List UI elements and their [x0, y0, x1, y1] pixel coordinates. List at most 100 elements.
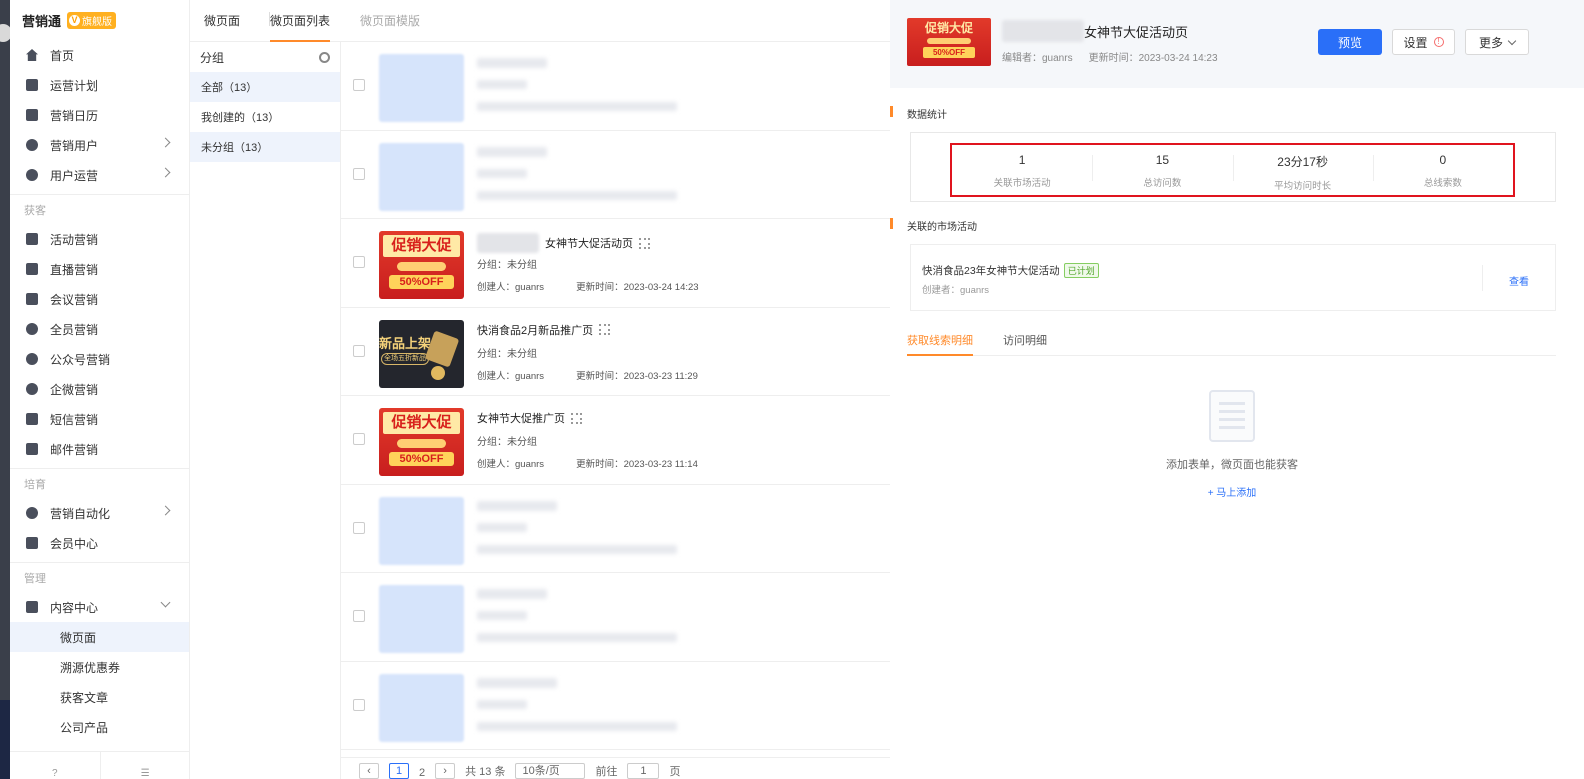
- page-title-text: 女神节大促活动页: [1084, 24, 1189, 40]
- row-checkbox[interactable]: [353, 256, 365, 268]
- row-checkbox[interactable]: [353, 521, 365, 534]
- list-item[interactable]: [341, 662, 890, 750]
- page-button-2[interactable]: 2: [419, 767, 425, 779]
- more-button[interactable]: 更多: [1465, 29, 1529, 55]
- group-item-all[interactable]: 全部（13）: [190, 72, 340, 102]
- sidebar-subitem-coupon[interactable]: 溯源优惠券: [10, 652, 189, 682]
- list-item[interactable]: 新品上架 全场五折新品 快消食品2月新品推广页 分组：未分组 创建人：guanr…: [341, 308, 890, 396]
- row-checkbox[interactable]: [353, 79, 365, 91]
- sidebar-item-wechat[interactable]: 公众号营销: [10, 344, 189, 374]
- prev-page-button[interactable]: ‹: [359, 763, 379, 779]
- qrcode-icon[interactable]: [639, 237, 650, 249]
- settings-button[interactable]: 设置!: [1392, 29, 1455, 55]
- blurred-content: [477, 190, 677, 200]
- sidebar-item-activity[interactable]: 活动营销: [10, 224, 189, 254]
- blurred-content: [477, 633, 677, 642]
- sidebar-item-marketing-users[interactable]: 营销用户: [10, 130, 189, 160]
- collapse-icon[interactable]: ☰: [101, 752, 191, 779]
- sidebar-subitem-micropage[interactable]: 微页面: [10, 622, 189, 652]
- tab-micropage-template[interactable]: 微页面模版: [360, 12, 436, 41]
- brand: 营销通 V 旗舰版: [10, 0, 189, 40]
- row-checkbox[interactable]: [353, 433, 365, 445]
- list-item[interactable]: 促销大促 50%OFF 女神节大促活动页 分组：未分组 创建人：guanrs 更新…: [341, 219, 890, 308]
- qrcode-icon[interactable]: [599, 324, 611, 335]
- goto-input[interactable]: 1: [627, 763, 660, 779]
- sidebar-item-mail[interactable]: 邮件营销: [10, 434, 189, 464]
- row-checkbox[interactable]: [353, 610, 365, 622]
- blurred-content: [477, 611, 527, 620]
- list-item[interactable]: [341, 131, 890, 219]
- thumbnail-subtext: 50%OFF: [389, 275, 454, 289]
- sidebar-item-wecom[interactable]: 企微营销: [10, 374, 189, 404]
- chevron-down-icon: [1507, 36, 1517, 45]
- row-updated: 更新时间：2023-03-23 11:29: [576, 370, 698, 382]
- row-creator: 创建人：guanrs: [477, 459, 545, 470]
- sidebar-item-user-ops[interactable]: 用户运营: [10, 160, 189, 190]
- tab-micropage[interactable]: 微页面: [204, 12, 271, 41]
- row-checkbox[interactable]: [353, 698, 365, 711]
- add-form-link[interactable]: + 马上添加: [1132, 484, 1332, 499]
- view-activity-link[interactable]: 查看: [1509, 273, 1529, 288]
- blurred-content: [1002, 20, 1084, 42]
- activity-title: 快消食品23年女神节大促活动 已计划: [922, 263, 1099, 278]
- cover-band: [927, 38, 971, 44]
- sidebar-item-label: 活动营销: [50, 232, 99, 247]
- sidebar-item-sms[interactable]: 短信营销: [10, 404, 189, 434]
- cover-text: 促销大促: [924, 21, 973, 35]
- sidebar-item-label: 会议营销: [50, 292, 99, 307]
- row-checkbox[interactable]: [353, 344, 365, 357]
- sidebar-item-team[interactable]: 全员营销: [10, 314, 189, 344]
- related-activity-card: 快消食品23年女神节大促活动 已计划 创建者：guanrs 查看: [910, 244, 1556, 311]
- sidebar-item-content-center[interactable]: 内容中心: [10, 592, 189, 622]
- row-title: 快消食品2月新品推广页: [477, 322, 611, 338]
- tab-visit-details[interactable]: 访问明细: [1003, 332, 1047, 355]
- pagination: ‹ 1 2 › 共 13 条 10条/页 前往 1 页: [341, 757, 890, 779]
- home-icon: [26, 49, 38, 61]
- goto-label: 前往: [595, 766, 618, 778]
- stat-avg-duration: 23分17秒 平均访问时长: [1232, 145, 1373, 195]
- automation-icon: [26, 507, 38, 519]
- vip-icon: V: [69, 14, 81, 26]
- meeting-icon: [26, 293, 38, 305]
- list-item[interactable]: [341, 485, 890, 573]
- row-checkbox[interactable]: [353, 167, 365, 180]
- group-item-mine[interactable]: 我创建的（13）: [190, 102, 340, 132]
- blurred-content: [477, 58, 547, 68]
- blurred-content: [477, 589, 547, 599]
- row-title-text[interactable]: 女神节大促活动页: [545, 235, 633, 251]
- list-item[interactable]: [341, 42, 890, 131]
- sidebar-item-home[interactable]: 首页: [10, 40, 189, 70]
- sidebar-item-label: 运营计划: [50, 78, 99, 93]
- help-icon[interactable]: ?: [10, 752, 101, 779]
- thumbnail-subtext: 50%OFF: [389, 452, 454, 466]
- list-item[interactable]: [341, 573, 890, 662]
- page-tabs: 微页面 微页面列表 微页面模版: [190, 0, 890, 42]
- row-title-text[interactable]: 女神节大促推广页: [477, 410, 565, 426]
- sidebar-item-plan[interactable]: 运营计划: [10, 70, 189, 100]
- sidebar-item-meeting[interactable]: 会议营销: [10, 284, 189, 314]
- stats-highlight: 1 关联市场活动 15 总访问数 23分17秒 平均访问时长 0 总线索数: [950, 143, 1515, 197]
- group-label-manage: 管理: [10, 562, 189, 592]
- sidebar-item-label: 营销自动化: [50, 506, 111, 521]
- next-page-button[interactable]: ›: [435, 763, 456, 779]
- group-panel-header: 分组: [190, 42, 340, 72]
- tab-lead-details[interactable]: 获取线索明细: [907, 332, 973, 356]
- sidebar-item-live[interactable]: 直播营销: [10, 254, 189, 284]
- group-item-ungrouped[interactable]: 未分组（13）: [190, 132, 340, 162]
- team-icon: [26, 323, 38, 335]
- gear-icon[interactable]: [319, 51, 330, 63]
- list-item[interactable]: 促销大促 50%OFF 女神节大促推广页 分组：未分组 创建人：guanrs 更新…: [341, 396, 890, 485]
- sidebar-item-member[interactable]: 会员中心: [10, 528, 189, 558]
- qrcode-icon[interactable]: [571, 412, 582, 424]
- page-button-1[interactable]: 1: [389, 763, 409, 779]
- tab-micropage-list[interactable]: 微页面列表: [270, 12, 346, 42]
- sidebar-item-calendar[interactable]: 营销日历: [10, 100, 189, 130]
- blurred-content: [477, 80, 527, 89]
- sidebar-item-automation[interactable]: 营销自动化: [10, 498, 189, 528]
- preview-button[interactable]: 预览: [1318, 29, 1382, 55]
- sidebar-subitem-product[interactable]: 公司产品: [10, 712, 189, 742]
- sms-icon: [26, 413, 38, 425]
- sidebar-subitem-article[interactable]: 获客文章: [10, 682, 189, 712]
- page-size-select[interactable]: 10条/页: [515, 763, 586, 779]
- row-title-text[interactable]: 快消食品2月新品推广页: [477, 322, 593, 338]
